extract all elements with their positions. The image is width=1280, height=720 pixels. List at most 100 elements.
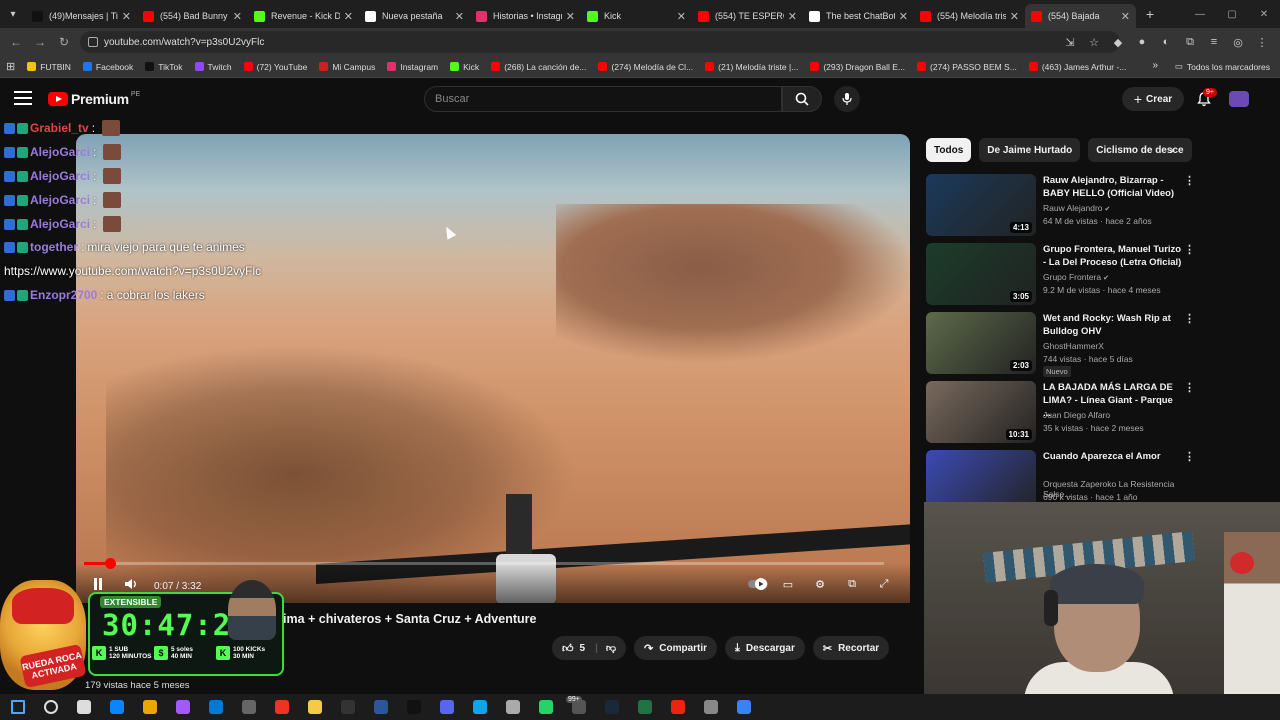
extensions-puzzle-icon[interactable]: ⧉ — [1180, 32, 1200, 52]
edge-taskbar-button[interactable] — [105, 696, 129, 718]
bookmark-item[interactable]: TikTok — [145, 62, 183, 72]
bookmark-item[interactable]: (463) James Arthur -... — [1028, 62, 1126, 72]
tab-search-icon[interactable]: ▾ — [0, 0, 26, 28]
discord-taskbar-button[interactable] — [435, 696, 459, 718]
subtitles-button[interactable]: ▭ — [778, 575, 798, 593]
figma-taskbar-button[interactable] — [171, 696, 195, 718]
whatsapp-taskbar-button[interactable] — [534, 696, 558, 718]
close-tab-icon[interactable]: ✕ — [233, 10, 242, 23]
media-icon[interactable]: ≡ — [1204, 32, 1224, 52]
clip-button[interactable]: ✂ Recortar — [812, 636, 890, 660]
word-taskbar-button[interactable] — [369, 696, 393, 718]
channel-name[interactable]: Juan Diego Alfaro — [1043, 410, 1110, 420]
excel-taskbar-button[interactable] — [633, 696, 657, 718]
close-tab-icon[interactable]: ✕ — [1010, 10, 1019, 23]
bookmark-item[interactable]: (293) Dragon Ball E... — [810, 62, 905, 72]
install-icon[interactable]: ⇲ — [1060, 32, 1080, 52]
bookmark-item[interactable]: (274) PASSO BEM S... — [917, 62, 1017, 72]
recommendation-item[interactable]: 10:31 LA BAJADA MÁS LARGA DE LIMA? - Líne… — [926, 381, 1196, 443]
new-tab-button[interactable]: + — [1138, 2, 1162, 26]
filter-chip[interactable]: De Jaime Hurtado — [979, 138, 1081, 162]
recommendation-item[interactable]: 4:13 Rauw Alejandro, Bizarrap - BABY HELL… — [926, 174, 1196, 236]
close-tab-icon[interactable]: ✕ — [677, 10, 686, 23]
capcut-taskbar-button[interactable] — [402, 696, 426, 718]
start-taskbar-button[interactable] — [6, 696, 30, 718]
channel-name[interactable]: GhostHammerX — [1043, 341, 1104, 351]
close-tab-icon[interactable]: ✕ — [122, 10, 131, 23]
create-button[interactable]: + Crear — [1122, 87, 1184, 111]
more-actions-icon[interactable]: ⋮ — [1184, 381, 1195, 394]
extension-icon-3[interactable]: ◐ — [1156, 32, 1176, 52]
chrome-menu-icon[interactable]: ⋮ — [1252, 32, 1272, 52]
more-actions-icon[interactable]: ⋮ — [1184, 243, 1195, 256]
steam-taskbar-button[interactable] — [600, 696, 624, 718]
recommendation-title[interactable]: Wet and Rocky: Wash Rip at Bulldog OHV — [1043, 312, 1183, 338]
download-button[interactable]: ⤓ Descargar — [725, 636, 805, 660]
video-thumbnail[interactable]: 10:31 — [926, 381, 1036, 443]
url-field[interactable]: youtube.com/watch?v=p3s0U2vyFlc — [80, 31, 1120, 53]
bookmark-item[interactable]: Instagram — [387, 62, 438, 72]
recommendation-item[interactable]: 3:05 Grupo Frontera, Manuel Turizo - La D… — [926, 243, 1196, 305]
fullscreen-button[interactable]: ⤢ — [874, 575, 894, 593]
filter-chip[interactable]: Todos — [926, 138, 972, 162]
outlook-taskbar-button[interactable] — [204, 696, 228, 718]
miniplayer-button[interactable]: ⧉ — [842, 575, 862, 593]
bookmark-item[interactable]: (72) YouTube — [243, 62, 307, 72]
progress-scrubber[interactable] — [105, 558, 117, 569]
search-taskbar-button[interactable] — [39, 696, 63, 718]
browser-tab[interactable]: The best ChatBot ✕ — [803, 4, 914, 28]
browser-tab[interactable]: Revenue - Kick D ✕ — [248, 4, 359, 28]
bookmark-item[interactable]: (274) Melodía de Cl... — [598, 62, 693, 72]
recommendation-title[interactable]: Cuando Aparezca el Amor — [1043, 450, 1183, 463]
bookmark-item[interactable]: FUTBIN — [27, 62, 71, 72]
extension-icon[interactable]: ◆ — [1108, 32, 1128, 52]
close-tab-icon[interactable]: ✕ — [899, 10, 908, 23]
like-button[interactable]: 👍︎ 5 | 👎︎ — [552, 636, 627, 660]
settings-button[interactable]: ⚙ — [810, 575, 830, 593]
close-tab-icon[interactable]: ✕ — [455, 10, 464, 23]
profile-icon[interactable]: ◎ — [1228, 32, 1248, 52]
more-actions-icon[interactable]: ⋮ — [1184, 312, 1195, 325]
bookmark-item[interactable]: Facebook — [82, 62, 133, 72]
browser-tab[interactable]: Kick ✕ — [581, 4, 692, 28]
channel-name[interactable]: Grupo Frontera ✔ — [1043, 272, 1109, 282]
close-tab-icon[interactable]: ✕ — [788, 10, 797, 23]
browser-tab[interactable]: Nueva pestaña ✕ — [359, 4, 470, 28]
more-actions-icon[interactable]: ⋮ — [1184, 174, 1195, 187]
minimize-icon[interactable]: — — [1184, 0, 1216, 28]
extension-icon-2[interactable]: ● — [1132, 32, 1152, 52]
recommendation-title[interactable]: Rauw Alejandro, Bizarrap - BABY HELLO (O… — [1043, 174, 1183, 200]
apps-grid-icon[interactable]: ⊞ — [6, 60, 15, 73]
maximize-icon[interactable]: ▢ — [1216, 0, 1248, 28]
youtube-taskbar-button[interactable] — [270, 696, 294, 718]
menu-icon[interactable] — [14, 91, 32, 105]
app2-taskbar-button[interactable] — [699, 696, 723, 718]
bookmark-item[interactable]: (21) Melodía triste |... — [705, 62, 798, 72]
filter-chip[interactable]: Ciclismo de desce — [1088, 138, 1192, 162]
youtube-logo[interactable]: Premium PE — [48, 91, 140, 107]
account-avatar[interactable] — [1229, 91, 1249, 107]
video-thumbnail[interactable]: 3:05 — [926, 243, 1036, 305]
more-bookmarks-icon[interactable]: » — [1152, 60, 1158, 71]
progress-bar[interactable] — [84, 558, 884, 569]
recommendation-title[interactable]: Grupo Frontera, Manuel Turizo - La Del P… — [1043, 243, 1183, 269]
search-button[interactable] — [782, 86, 822, 112]
recommendation-item[interactable]: 2:03 Wet and Rocky: Wash Rip at Bulldog O… — [926, 312, 1196, 377]
browser-tab[interactable]: Historias • Instagr ✕ — [470, 4, 581, 28]
bookmark-item[interactable]: Twitch — [194, 62, 232, 72]
close-tab-icon[interactable]: ✕ — [344, 10, 353, 23]
voice-search-button[interactable] — [834, 86, 860, 112]
browser-tab[interactable]: (554) Melodía tris ✕ — [914, 4, 1025, 28]
browser-tab[interactable]: (554) Bajada ✕ — [1025, 4, 1136, 28]
notes-taskbar-button[interactable] — [468, 696, 492, 718]
more-actions-icon[interactable]: ⋮ — [1184, 450, 1195, 463]
bookmark-item[interactable]: (268) La canción de... — [491, 62, 586, 72]
bookmark-item[interactable]: Mi Campus — [319, 62, 375, 72]
share-button[interactable]: ↷ Compartir — [634, 636, 718, 660]
back-icon[interactable]: ← — [4, 30, 28, 54]
close-window-icon[interactable]: ✕ — [1248, 0, 1280, 28]
close-tab-icon[interactable]: ✕ — [566, 10, 575, 23]
task-view-taskbar-button[interactable] — [72, 696, 96, 718]
chrome-taskbar-button[interactable] — [138, 696, 162, 718]
video-thumbnail[interactable]: 2:03 — [926, 312, 1036, 374]
